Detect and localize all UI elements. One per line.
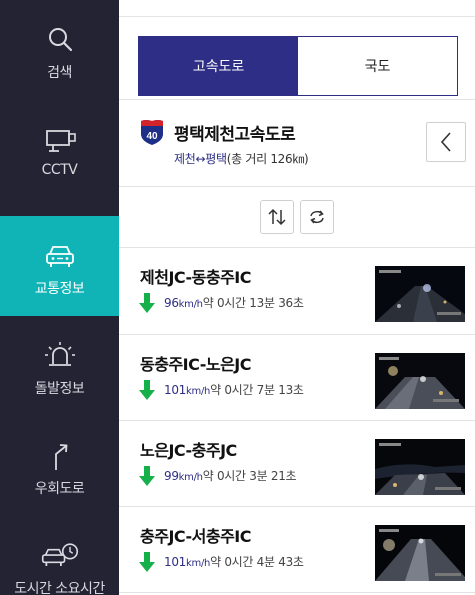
route-from-to: 제천↔평택 <box>174 152 227 166</box>
road-type-tabs: 고속도로 국도 <box>138 36 458 96</box>
segment-list-item[interactable]: 노은JC-충주JC 99km/h약 0시간 3분 21초 <box>119 421 475 507</box>
segment-info: 99km/h약 0시간 3분 21초 <box>164 467 297 484</box>
tab-national-road[interactable]: 국도 <box>298 37 457 95</box>
segment-info: 101km/h약 0시간 4분 43초 <box>164 553 304 570</box>
back-button[interactable] <box>426 122 466 162</box>
search-icon <box>40 20 80 60</box>
cctv-icon <box>40 120 80 160</box>
segment-name: 충주JC-서충주IC <box>140 527 252 546</box>
segment-travel-time: 약 0시간 13분 36초 <box>202 296 304 310</box>
segment-name: 제천JC-동충주IC <box>140 268 252 287</box>
chevron-left-icon <box>440 132 451 152</box>
main-panel: 고속도로 국도 40 평택제천고속도로 제천↔평택(총 거리 126㎞) 제천J… <box>119 0 475 595</box>
segment-speed: 101 <box>164 383 187 397</box>
cctv-thumbnail[interactable] <box>375 266 465 322</box>
siren-icon <box>40 336 80 376</box>
segment-list-item[interactable]: 제천JC-동충주IC 96km/h약 0시간 13분 36초 <box>119 248 475 334</box>
sidebar-item-cctv[interactable]: CCTV <box>0 100 119 200</box>
car-clock-icon <box>40 536 80 576</box>
sidebar-item-label: 돌발정보 <box>34 381 85 397</box>
sidebar-item-traffic[interactable]: 교통정보 <box>0 216 119 316</box>
speed-unit: km/h <box>178 472 203 483</box>
cctv-thumbnail[interactable] <box>375 353 465 409</box>
segment-travel-time: 약 0시간 4분 43초 <box>210 555 304 569</box>
sidebar-item-label: 교통정보 <box>34 281 85 297</box>
speed-unit: km/h <box>186 386 211 397</box>
detour-icon <box>40 436 80 476</box>
route-number: 40 <box>146 131 158 142</box>
speed-unit: km/h <box>178 299 203 310</box>
route-title: 평택제천고속도로 <box>174 125 296 145</box>
sidebar: 검색 CCTV 교통정보 돌발정보 우회도로 도시간 소요시간 <box>0 0 119 595</box>
divider <box>119 16 475 17</box>
segment-speed: 101 <box>164 555 187 569</box>
speed-down-arrow-icon <box>139 293 155 313</box>
segment-list-item[interactable]: 충주JC-서충주IC 101km/h약 0시간 4분 43초 <box>119 507 475 593</box>
cctv-thumbnail[interactable] <box>375 525 465 581</box>
segment-name: 노은JC-충주JC <box>140 441 237 460</box>
route-header: 40 평택제천고속도로 제천↔평택(총 거리 126㎞) <box>119 100 475 186</box>
segment-info: 96km/h약 0시간 13분 36초 <box>164 294 304 311</box>
sidebar-item-search[interactable]: 검색 <box>0 0 119 100</box>
segment-speed: 96 <box>164 296 179 310</box>
segment-speed: 99 <box>164 469 179 483</box>
car-icon <box>40 236 80 276</box>
sidebar-item-label: CCTV <box>41 162 78 178</box>
divider <box>119 592 475 593</box>
speed-down-arrow-icon <box>139 466 155 486</box>
refresh-button[interactable] <box>300 200 334 234</box>
tab-expressway[interactable]: 고속도로 <box>139 37 298 95</box>
segment-travel-time: 약 0시간 3분 21초 <box>202 469 297 483</box>
cctv-thumbnail[interactable] <box>375 439 465 495</box>
segment-info: 101km/h약 0시간 7분 13초 <box>164 381 304 398</box>
speed-unit: km/h <box>186 558 211 569</box>
sidebar-item-label: 검색 <box>47 65 72 81</box>
sidebar-item-incident[interactable]: 돌발정보 <box>0 316 119 416</box>
expressway-shield-icon: 40 <box>140 119 164 145</box>
route-summary: 제천↔평택(총 거리 126㎞) <box>174 150 309 167</box>
speed-down-arrow-icon <box>139 380 155 400</box>
segment-travel-time: 약 0시간 7분 13초 <box>210 383 304 397</box>
sidebar-item-intercity-time[interactable]: 도시간 소요시간 <box>0 516 119 595</box>
swap-direction-button[interactable] <box>260 200 294 234</box>
refresh-icon <box>310 210 324 224</box>
swap-vertical-icon <box>268 208 286 226</box>
list-controls <box>119 187 475 247</box>
speed-down-arrow-icon <box>139 552 155 572</box>
sidebar-item-label: 우회도로 <box>34 481 85 497</box>
sidebar-item-label: 도시간 소요시간 <box>14 581 105 595</box>
route-distance: (총 거리 126㎞) <box>226 152 309 166</box>
segment-list-item[interactable]: 동충주IC-노은JC 101km/h약 0시간 7분 13초 <box>119 335 475 421</box>
sidebar-item-detour[interactable]: 우회도로 <box>0 416 119 516</box>
segment-name: 동충주IC-노은JC <box>140 355 252 374</box>
